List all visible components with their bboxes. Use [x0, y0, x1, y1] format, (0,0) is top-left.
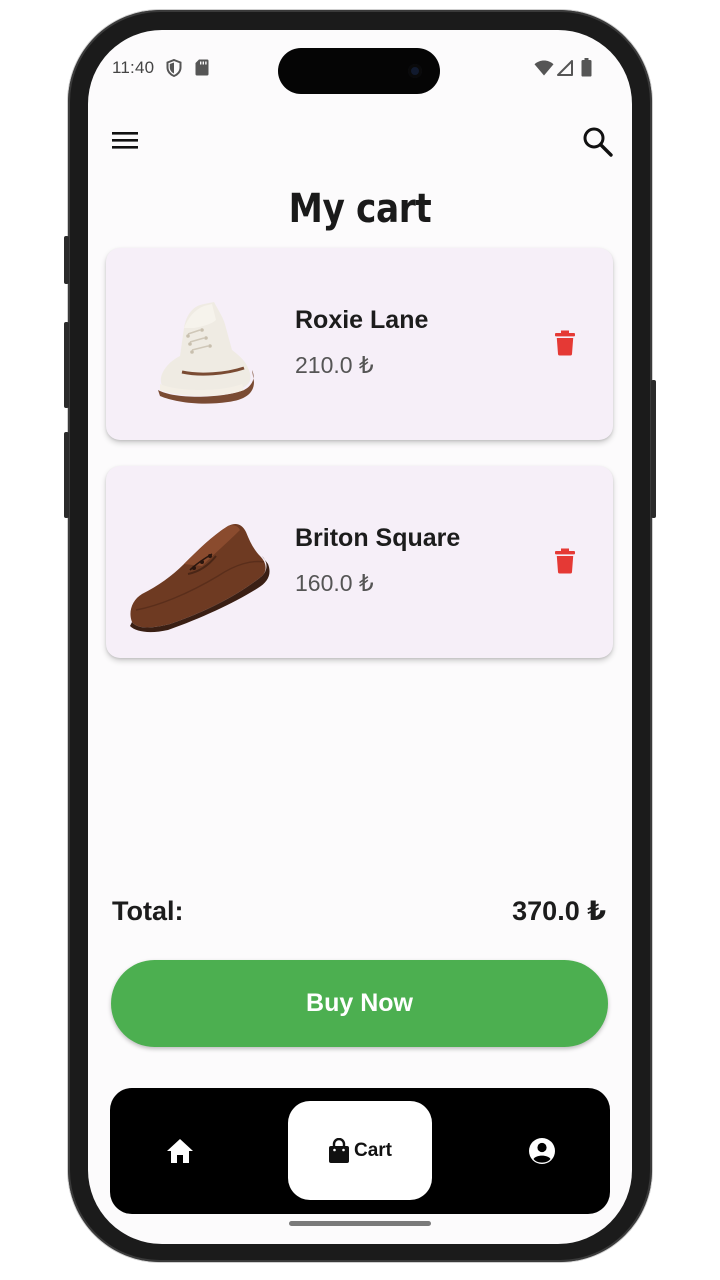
cart-item-card[interactable]: Briton Square 160.0 ₺	[106, 466, 613, 658]
phone-volume-up-button	[64, 322, 69, 408]
search-button[interactable]	[580, 124, 616, 160]
cart-item-name: Roxie Lane	[295, 306, 429, 334]
brown-shoe-image	[130, 524, 270, 633]
wifi-icon	[534, 60, 554, 76]
total-label: Total:	[112, 896, 184, 926]
phone-action-button	[64, 236, 69, 284]
menu-icon	[112, 132, 138, 149]
home-icon	[167, 1139, 193, 1163]
white-boot-image	[158, 302, 254, 404]
menu-button[interactable]	[110, 128, 144, 156]
total-value: 370.0 ₺	[512, 896, 606, 926]
bottom-navigation: Cart	[110, 1088, 610, 1214]
cart-item-price: 160.0 ₺	[295, 570, 374, 596]
search-icon	[583, 127, 613, 157]
nav-home[interactable]	[166, 1138, 194, 1164]
app-screen: 11:40 My cart Roxie Lane 210.0 ₺ Briton …	[88, 30, 632, 1244]
page-title: My cart	[288, 186, 432, 232]
cart-item-price: 210.0 ₺	[295, 352, 374, 378]
phone-volume-down-button	[64, 432, 69, 518]
phone-power-button	[651, 380, 656, 518]
sd-card-icon	[195, 59, 209, 76]
front-camera	[408, 64, 422, 78]
trash-icon	[555, 548, 575, 574]
cart-item-card[interactable]: Roxie Lane 210.0 ₺	[106, 248, 613, 440]
signal-icon	[557, 60, 573, 76]
delete-item-button[interactable]	[554, 330, 578, 358]
cart-item-name: Briton Square	[295, 524, 461, 552]
buy-now-button[interactable]: Buy Now	[111, 960, 608, 1047]
trash-icon	[555, 330, 575, 356]
status-time: 11:40	[112, 58, 155, 77]
nav-cart[interactable]: Cart	[288, 1101, 432, 1200]
delete-item-button[interactable]	[554, 548, 578, 576]
dynamic-island	[278, 48, 440, 94]
battery-icon	[581, 58, 592, 77]
nav-cart-label: Cart	[353, 1139, 392, 1161]
account-circle-icon	[529, 1138, 555, 1164]
home-indicator[interactable]	[289, 1221, 431, 1226]
shopping-bag-icon	[328, 1137, 349, 1163]
shield-icon	[166, 59, 182, 77]
nav-profile[interactable]	[528, 1137, 556, 1165]
